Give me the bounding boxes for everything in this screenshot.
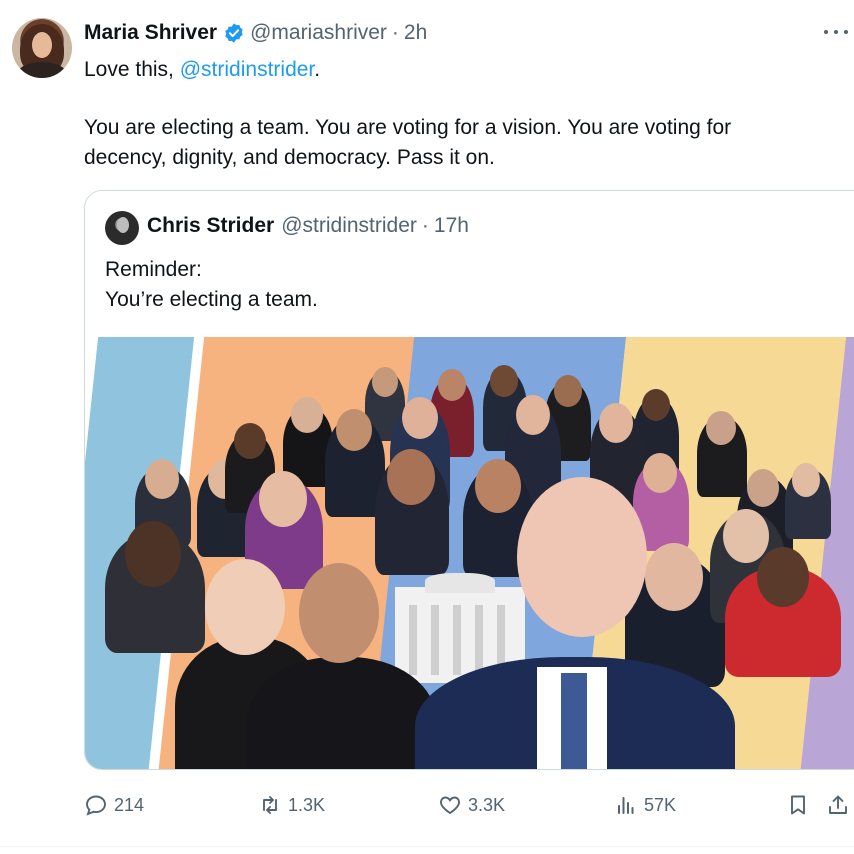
author-avatar[interactable]: [12, 18, 72, 78]
reply-button[interactable]: 214: [84, 790, 144, 820]
tweet-text-line: decency, dignity, and democracy. Pass it…: [84, 146, 495, 169]
reply-count: 214: [114, 794, 145, 815]
tweet-text: Love this, @stridinstrider. You are elec…: [84, 55, 844, 173]
quoted-tweet-image[interactable]: [85, 337, 854, 769]
quoted-tweet-header: Chris Strider @stridinstrider · 17h: [147, 214, 469, 238]
divider: [0, 846, 854, 847]
views-chart-icon: [618, 797, 634, 814]
mention-link[interactable]: @stridinstrider: [180, 58, 315, 81]
quoted-tweet[interactable]: Chris Strider @stridinstrider · 17h Remi…: [84, 190, 854, 770]
like-button[interactable]: 3.3K: [438, 790, 505, 820]
tweet-text-suffix: .: [314, 58, 321, 81]
quoted-tweet-time[interactable]: 17h: [434, 214, 469, 238]
quoted-tweet-text: Reminder: You’re electing a team.: [105, 255, 318, 315]
quoted-author-avatar[interactable]: [105, 211, 139, 245]
collage-people: [85, 337, 854, 769]
retweet-icon: [263, 796, 277, 814]
author-name[interactable]: Maria Shriver: [84, 21, 217, 45]
tweet-time[interactable]: 2h: [404, 21, 427, 45]
views-count: 57K: [644, 794, 677, 815]
quoted-author-name[interactable]: Chris Strider: [147, 214, 274, 238]
retweet-button[interactable]: 1.3K: [258, 790, 325, 820]
author-handle[interactable]: @mariashriver: [250, 21, 387, 45]
tweet-text-prefix: Love this,: [84, 58, 180, 81]
quoted-tweet-line: You’re electing a team.: [105, 288, 318, 311]
retweet-count: 1.3K: [288, 794, 326, 815]
share-button[interactable]: [826, 790, 854, 820]
like-count: 3.3K: [468, 794, 506, 815]
quoted-author-handle[interactable]: @stridinstrider: [281, 214, 417, 238]
action-bar: 214 1.3K 3.3K 57K: [84, 790, 854, 820]
views-button[interactable]: 57K: [614, 790, 676, 820]
more-options-icon[interactable]: [824, 24, 848, 40]
heart-icon: [440, 796, 460, 815]
bookmark-button[interactable]: [786, 790, 816, 820]
bookmark-icon: [791, 795, 805, 815]
tweet-header: Maria Shriver @mariashriver · 2h: [84, 20, 427, 46]
separator-dot: ·: [421, 214, 429, 237]
share-icon: [829, 795, 847, 814]
tweet[interactable]: Maria Shriver @mariashriver · 2h Love th…: [0, 0, 854, 854]
quoted-tweet-line: Reminder:: [105, 258, 202, 281]
verified-badge-icon: [225, 23, 243, 43]
tweet-text-line: You are electing a team. You are voting …: [84, 116, 732, 139]
reply-icon: [86, 795, 106, 816]
separator-dot: ·: [391, 21, 399, 44]
